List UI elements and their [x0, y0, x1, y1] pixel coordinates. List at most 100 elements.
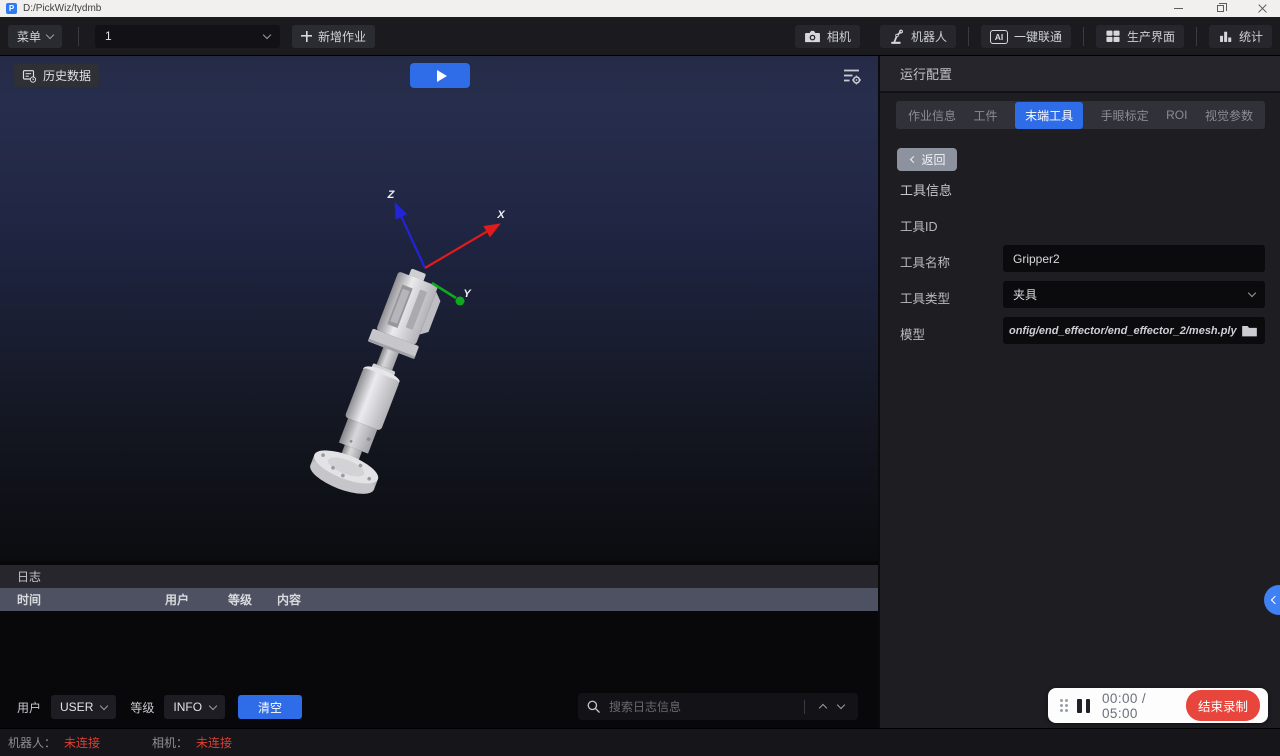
- chevron-down-icon: [837, 701, 845, 709]
- pause-recording-button[interactable]: [1077, 699, 1090, 713]
- y-axis-label: Y: [463, 288, 472, 300]
- production-view-button[interactable]: 生产界面: [1096, 25, 1184, 48]
- menu-dropdown[interactable]: 菜单: [8, 25, 62, 48]
- ai-icon: AI: [990, 30, 1008, 44]
- app-window: P D:/PickWiz/tydmb 菜单 1 新增作业 相机: [0, 0, 1280, 756]
- one-key-connect-label: 一键联通: [1014, 28, 1062, 45]
- x-axis: [425, 225, 498, 268]
- robot-status-label: 机器人：: [8, 734, 56, 751]
- tab-workpiece[interactable]: 工件: [974, 107, 998, 124]
- menu-label: 菜单: [17, 28, 41, 45]
- job-selector-dropdown[interactable]: 1: [95, 25, 280, 48]
- chevron-up-icon: [819, 704, 827, 712]
- tab-hand-eye-calibration[interactable]: 手眼标定: [1101, 107, 1149, 124]
- toolbar-divider: [1196, 27, 1197, 46]
- run-config-title: 运行配置: [900, 64, 952, 83]
- back-label: 返回: [921, 151, 945, 168]
- stop-recording-button[interactable]: 结束录制: [1186, 690, 1260, 721]
- titlebar: P D:/PickWiz/tydmb: [0, 0, 1280, 17]
- robot-button[interactable]: 机器人: [880, 25, 956, 48]
- back-button[interactable]: 返回: [897, 148, 957, 171]
- run-config-header: 运行配置: [880, 56, 1280, 93]
- log-title: 日志: [0, 565, 878, 588]
- toolbar-divider: [1083, 27, 1084, 46]
- log-level-label: 等级: [130, 699, 154, 716]
- tool-name-input[interactable]: [1003, 245, 1265, 272]
- recording-time: 00:00 / 05:00: [1102, 691, 1186, 721]
- camera-button[interactable]: 相机: [795, 25, 860, 48]
- statistics-label: 统计: [1239, 28, 1263, 45]
- model-path-input[interactable]: [1007, 325, 1239, 337]
- log-col-level: 等级: [228, 591, 277, 608]
- statistics-button[interactable]: 统计: [1209, 25, 1272, 48]
- camera-status-value: 未连接: [196, 734, 232, 751]
- log-col-time: 时间: [17, 591, 165, 608]
- recording-widget: 00:00 / 05:00 结束录制: [1048, 688, 1268, 723]
- chevron-down-icon: [263, 30, 271, 38]
- browse-model-button[interactable]: [1239, 321, 1259, 341]
- search-divider: [804, 700, 805, 714]
- window-controls: [1170, 0, 1276, 17]
- status-bar: 机器人： 未连接 相机： 未连接: [0, 728, 1280, 756]
- view-settings-button[interactable]: [842, 66, 862, 86]
- minimize-icon: [1174, 8, 1183, 9]
- play-button[interactable]: [410, 63, 470, 88]
- tab-roi[interactable]: ROI: [1166, 108, 1187, 122]
- tab-vision-params[interactable]: 视觉参数: [1205, 107, 1253, 124]
- search-prev-button[interactable]: [814, 697, 832, 717]
- log-level-select[interactable]: INFO: [164, 695, 225, 719]
- log-panel: 日志 时间 用户 等级 内容 用户 USER 等级 INFO 清空: [0, 561, 878, 728]
- tool-type-label: 工具类型: [900, 288, 950, 307]
- main-toolbar: 菜单 1 新增作业 相机 机器人: [0, 17, 1280, 56]
- restore-button[interactable]: [1212, 2, 1228, 16]
- x-axis-label: X: [496, 209, 505, 221]
- job-selector-value: 1: [105, 29, 112, 43]
- search-icon: [586, 699, 601, 714]
- history-data-button[interactable]: 历史数据: [14, 64, 99, 87]
- tab-end-tool[interactable]: 末端工具: [1015, 102, 1083, 129]
- toolbar-right-group: 相机 机器人 AI 一键联通 生产界面: [795, 17, 1272, 56]
- log-search-input[interactable]: [609, 700, 795, 714]
- minimize-button[interactable]: [1170, 2, 1186, 16]
- tool-id-label: 工具ID: [900, 216, 938, 235]
- clear-log-button[interactable]: 清空: [238, 695, 302, 719]
- 3d-viewport[interactable]: Z X Y 历史数据: [0, 56, 878, 561]
- drag-handle-icon[interactable]: [1060, 699, 1063, 702]
- search-next-button[interactable]: [832, 697, 850, 717]
- 3d-scene[interactable]: Z X Y: [0, 56, 878, 561]
- toolbar-divider: [968, 27, 969, 46]
- new-job-label: 新增作业: [318, 28, 366, 45]
- config-tabs: 作业信息 工件 末端工具 手眼标定 ROI 视觉参数: [896, 101, 1265, 129]
- window-title: D:/PickWiz/tydmb: [23, 3, 101, 14]
- tool-type-select[interactable]: 夹具: [1003, 281, 1265, 308]
- tool-name-label: 工具名称: [900, 252, 950, 271]
- close-button[interactable]: [1254, 2, 1270, 16]
- history-data-label: 历史数据: [43, 67, 91, 84]
- chevron-left-icon: [910, 156, 917, 163]
- log-table-body[interactable]: [0, 611, 878, 699]
- robot-label: 机器人: [911, 28, 947, 45]
- log-search-box: [578, 693, 858, 720]
- robot-status-value: 未连接: [64, 734, 100, 751]
- tab-job-info[interactable]: 作业信息: [908, 107, 956, 124]
- tool-info-section-title: 工具信息: [900, 180, 952, 199]
- model-label: 模型: [900, 324, 925, 343]
- camera-status-label: 相机：: [152, 734, 188, 751]
- log-table-header: 时间 用户 等级 内容: [0, 588, 878, 611]
- log-user-select[interactable]: USER: [51, 695, 116, 719]
- new-job-button[interactable]: 新增作业: [292, 25, 375, 48]
- chevron-down-icon: [46, 30, 54, 38]
- camera-label: 相机: [827, 28, 851, 45]
- app-logo-icon: P: [6, 3, 17, 14]
- folder-icon: [1241, 324, 1258, 338]
- log-controls: 用户 USER 等级 INFO 清空: [0, 689, 878, 725]
- bar-chart-icon: [1218, 29, 1233, 44]
- chevron-left-icon: [1271, 596, 1279, 604]
- plus-icon: [301, 31, 312, 42]
- pause-icon: [1077, 699, 1082, 713]
- toolbar-divider: [78, 27, 79, 46]
- history-data-icon: [22, 69, 37, 83]
- log-col-user: 用户: [165, 591, 228, 608]
- run-config-panel: 运行配置 作业信息 工件 末端工具 手眼标定 ROI 视觉参数 返回 工具信息 …: [880, 56, 1280, 728]
- one-key-connect-button[interactable]: AI 一键联通: [981, 25, 1071, 48]
